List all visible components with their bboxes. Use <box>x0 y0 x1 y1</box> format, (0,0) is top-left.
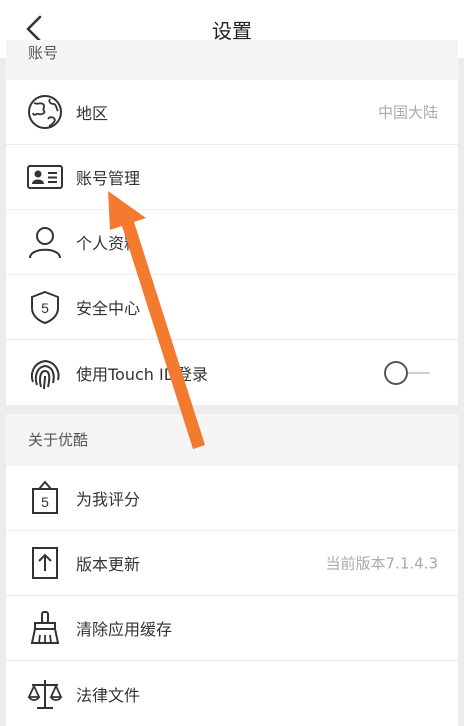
settings-row-label: 为我评分 <box>76 490 141 509</box>
settings-row-account-management[interactable]: 账号管理 <box>6 145 458 210</box>
settings-row-label: 版本更新 <box>76 555 141 574</box>
toggle-knob <box>384 360 408 385</box>
fingerprint-icon <box>26 354 64 392</box>
settings-row-label: 账号管理 <box>76 169 141 188</box>
settings-row-region[interactable]: 地区 中国大陆 <box>6 80 458 145</box>
version-value: 当前版本7.1.4.3 <box>325 554 438 573</box>
settings-row-label: 安全中心 <box>76 299 141 318</box>
about-settings-card: 5 为我评分 版本更新 当前版本7.1.4.3 清除应用缓存 法律文件 <box>6 466 458 726</box>
id-card-icon <box>26 158 64 196</box>
rating-bag-icon: 5 <box>26 479 64 517</box>
settings-row-security-center[interactable]: 5 安全中心 <box>6 275 458 340</box>
settings-row-version-update[interactable]: 版本更新 当前版本7.1.4.3 <box>6 531 458 596</box>
section-header-about: 关于优酷 <box>6 414 458 466</box>
upload-icon <box>26 544 64 582</box>
settings-row-label: 清除应用缓存 <box>76 620 173 639</box>
region-value: 中国大陆 <box>377 103 438 122</box>
settings-row-profile[interactable]: 个人资料 <box>6 210 458 275</box>
svg-text:5: 5 <box>41 494 49 510</box>
settings-row-legal[interactable]: 法律文件 <box>6 661 458 726</box>
settings-row-clear-cache[interactable]: 清除应用缓存 <box>6 596 458 661</box>
scales-icon <box>26 675 64 713</box>
settings-row-label: 地区 <box>76 104 109 123</box>
touch-id-toggle[interactable] <box>384 360 430 385</box>
section-header-account: 账号 <box>6 40 458 80</box>
section-title: 账号 <box>28 44 59 62</box>
settings-row-label: 使用Touch ID登录 <box>76 364 209 384</box>
broom-icon <box>26 609 64 647</box>
account-settings-card: 地区 中国大陆 账号管理 个人资料 5 安全中心 使用Touch ID登录 <box>6 80 458 405</box>
section-title: 关于优酷 <box>28 431 89 449</box>
svg-text:5: 5 <box>41 300 49 316</box>
globe-icon <box>26 93 64 131</box>
settings-row-touch-id: 使用Touch ID登录 <box>6 340 458 405</box>
settings-row-label: 法律文件 <box>76 685 141 705</box>
shield-icon: 5 <box>26 288 64 326</box>
settings-row-label: 个人资料 <box>76 234 141 253</box>
settings-row-rate-us[interactable]: 5 为我评分 <box>6 466 458 531</box>
person-icon <box>26 223 64 261</box>
